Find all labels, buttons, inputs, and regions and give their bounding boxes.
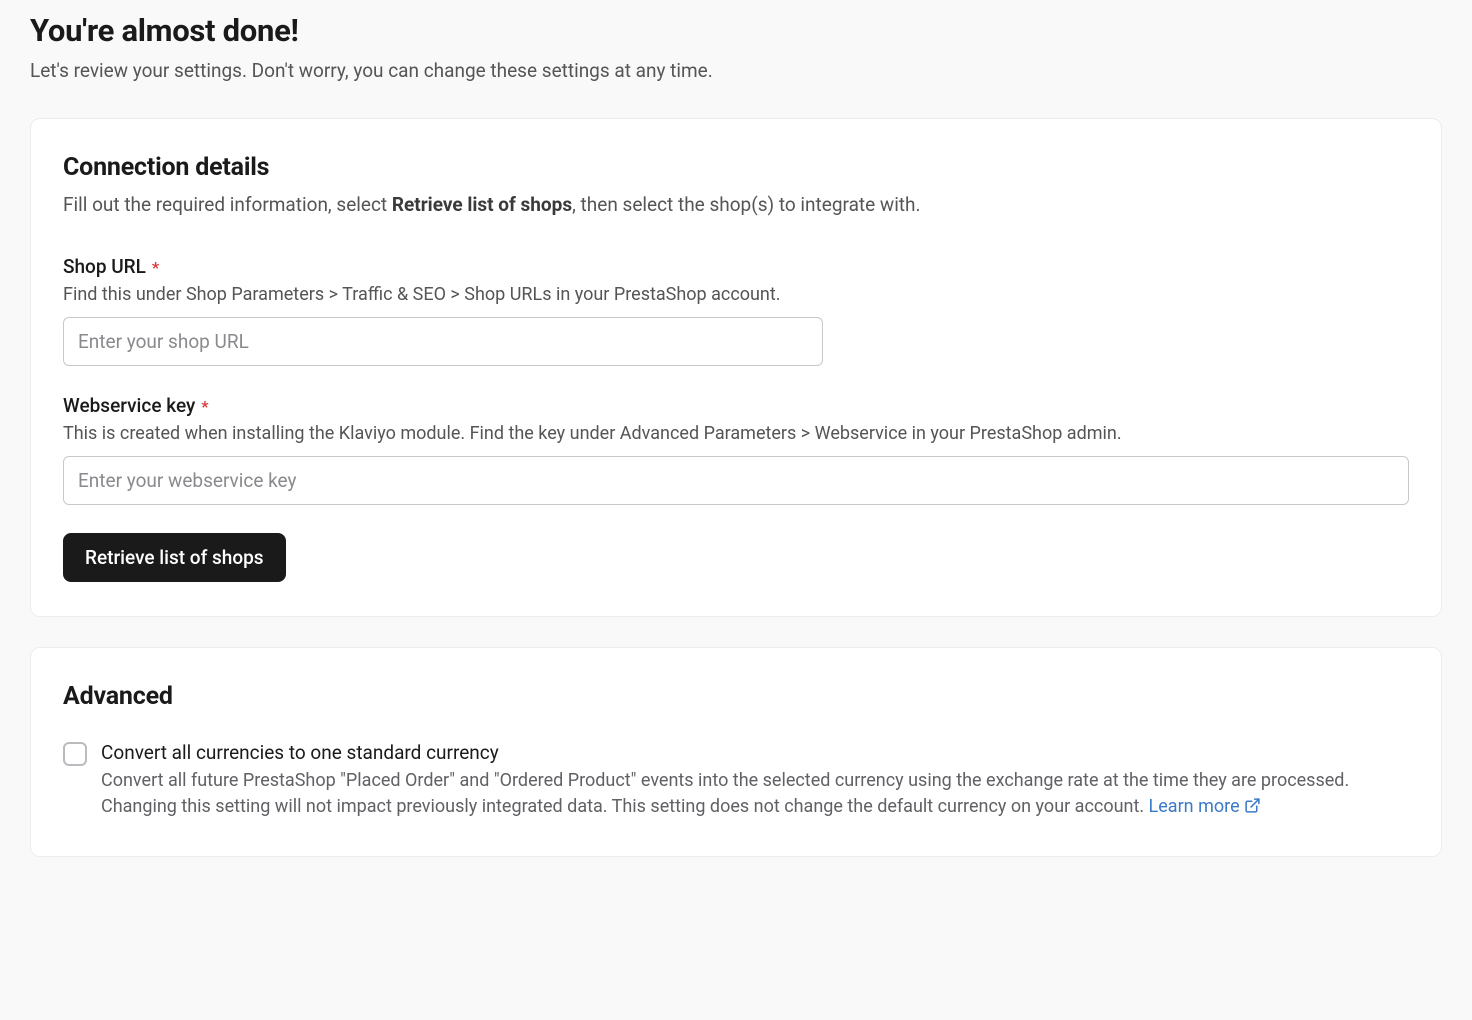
connection-details-card: Connection details Fill out the required… (30, 118, 1442, 617)
advanced-section-title: Advanced (63, 682, 1409, 711)
currency-checkbox[interactable] (63, 742, 87, 766)
webservice-key-field-group: Webservice key * This is created when in… (63, 394, 1409, 505)
connection-desc-post: , then select the shop(s) to integrate w… (572, 193, 920, 216)
external-link-icon (1244, 796, 1261, 822)
connection-desc-bold: Retrieve list of shops (392, 193, 572, 216)
shop-url-label: Shop URL (63, 255, 146, 278)
currency-checkbox-desc: Convert all future PrestaShop "Placed Or… (101, 770, 1349, 817)
learn-more-link[interactable]: Learn more (1149, 796, 1261, 817)
connection-desc-pre: Fill out the required information, selec… (63, 193, 392, 216)
currency-checkbox-label: Convert all currencies to one standard c… (101, 741, 1409, 764)
page-subtitle: Let's review your settings. Don't worry,… (30, 59, 1442, 82)
webservice-key-label: Webservice key (63, 394, 195, 417)
shop-url-field-group: Shop URL * Find this under Shop Paramete… (63, 255, 1409, 366)
webservice-key-input[interactable] (63, 456, 1409, 505)
webservice-key-required-indicator: * (201, 397, 208, 416)
learn-more-text: Learn more (1149, 796, 1240, 817)
shop-url-required-indicator: * (152, 258, 159, 277)
shop-url-helper: Find this under Shop Parameters > Traffi… (63, 282, 1409, 307)
page-title: You're almost done! (30, 12, 1442, 49)
retrieve-shops-button[interactable]: Retrieve list of shops (63, 533, 286, 582)
currency-checkbox-row: Convert all currencies to one standard c… (63, 741, 1409, 822)
webservice-key-helper: This is created when installing the Klav… (63, 421, 1409, 446)
connection-section-desc: Fill out the required information, selec… (63, 192, 1409, 219)
currency-checkbox-content: Convert all currencies to one standard c… (101, 741, 1409, 822)
connection-section-title: Connection details (63, 153, 1409, 182)
advanced-card: Advanced Convert all currencies to one s… (30, 647, 1442, 857)
shop-url-input[interactable] (63, 317, 823, 366)
